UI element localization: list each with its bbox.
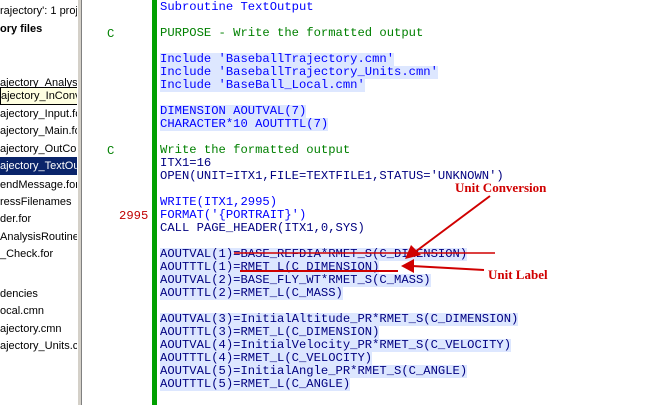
comment-marker: C xyxy=(107,144,115,158)
tree-item[interactable]: ajectory.cmn xyxy=(0,320,62,338)
tree-item[interactable]: ajectory_Main.fo xyxy=(0,122,77,140)
comment-marker: C xyxy=(107,27,115,41)
tree-item[interactable]: AnalysisRoutine: xyxy=(0,228,77,246)
tree-item[interactable]: ajectory_Input.fc xyxy=(0,105,77,123)
statement-label: 2995 xyxy=(119,209,149,223)
tree-item[interactable]: der.for xyxy=(0,210,31,228)
tree-item[interactable]: ajectory_OutCor xyxy=(0,140,77,158)
code-line: CALL PAGE_HEADER(ITX1,0,SYS) xyxy=(160,221,365,235)
project-tree: rajectory': 1 proje ory files ajectory_Ana… xyxy=(0,0,77,405)
tree-item[interactable]: endMessage.for xyxy=(0,176,77,194)
tree-item[interactable]: ajectory_Units.cr xyxy=(0,337,77,355)
code-line: AOUTTTL(2)=RMET_L(C_MASS) xyxy=(160,286,343,300)
tree-item[interactable]: _Check.for xyxy=(0,245,53,263)
code-line: Subroutine TextOutput xyxy=(160,0,314,14)
tree-item[interactable]: rajectory': 1 proje xyxy=(0,2,77,20)
scope-bar xyxy=(152,0,157,405)
unit-conversion-annotation: Unit Conversion xyxy=(455,180,547,195)
code-line: Include 'BaseBall_Local.cmn' xyxy=(160,78,365,92)
tree-item[interactable]: ressFilenames xyxy=(0,193,72,211)
tree-item[interactable]: ocal.cmn xyxy=(0,302,44,320)
tree-item[interactable]: ajectory_TextOu xyxy=(0,157,77,175)
unit-label-annotation: Unit Label xyxy=(488,267,548,282)
tree-item[interactable]: ory files xyxy=(0,20,42,38)
code-editor[interactable]: Subroutine TextOutput C PURPOSE - Write th… xyxy=(82,0,645,405)
code-line: OPEN(UNIT=ITX1,FILE=TEXTFILE1,STATUS='UN… xyxy=(160,169,504,183)
code-line: PURPOSE - Write the formatted output xyxy=(160,26,424,40)
tree-item[interactable]: dencies xyxy=(0,285,38,303)
tree-item[interactable]: ajectory_InConvert.for xyxy=(0,87,77,105)
code-line: CHARACTER*10 AOUTTTL(7) xyxy=(160,117,329,131)
code-line: AOUTTTL(5)=RMET_L(C_ANGLE) xyxy=(160,377,351,391)
